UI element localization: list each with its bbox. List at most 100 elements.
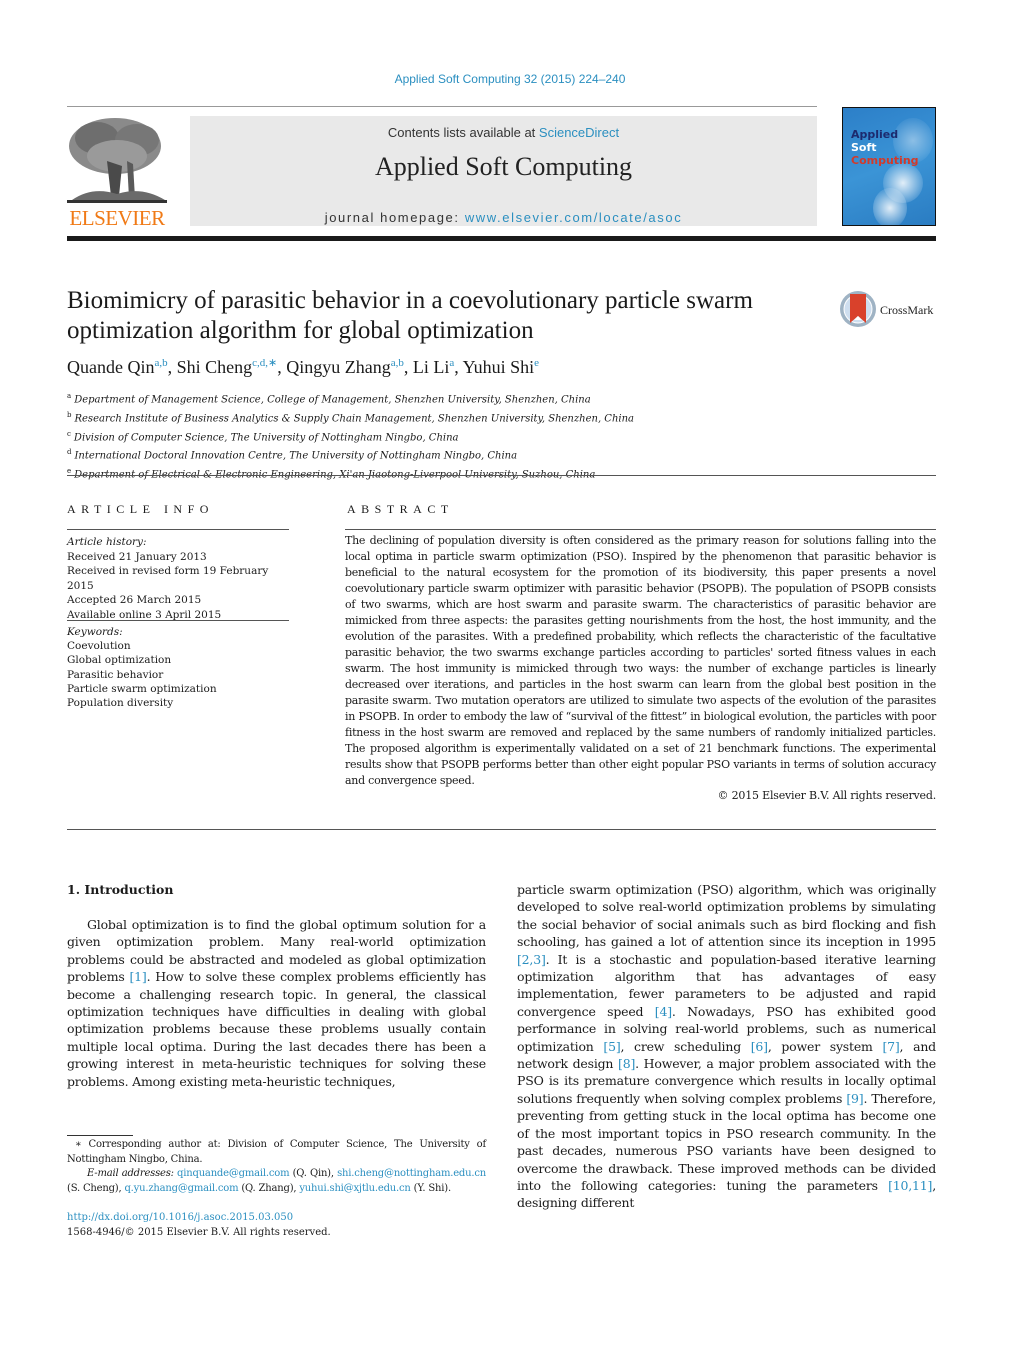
article-info-rule: [67, 529, 289, 530]
issn-copyright: 1568-4946/© 2015 Elsevier B.V. All right…: [67, 1226, 331, 1238]
introduction-heading: 1. Introduction: [67, 882, 174, 897]
affiliation-rule: [67, 475, 936, 476]
citation-link[interactable]: [5]: [603, 1039, 620, 1054]
contents-prefix: Contents lists available at: [387, 125, 539, 140]
affiliation-item: b Research Institute of Business Analytic…: [67, 408, 767, 427]
keyword-item: Coevolution: [67, 640, 131, 653]
email-owner: (S. Cheng),: [67, 1182, 125, 1194]
affiliation-item: e Department of Electrical & Electronic E…: [67, 464, 767, 483]
author-name[interactable]: Qingyu Zhang: [286, 357, 390, 377]
journal-reference-link[interactable]: Applied Soft Computing 32 (2015) 224–240: [0, 72, 1020, 86]
journal-header-box: Contents lists available at ScienceDirec…: [190, 116, 817, 226]
header-thick-rule: [67, 236, 936, 241]
article-history: Article history: Received 21 January 201…: [67, 535, 289, 622]
crossmark-icon: [840, 291, 876, 327]
keyword-item: Global optimization: [67, 654, 172, 667]
affiliation-item: a Department of Management Science, Colle…: [67, 389, 767, 408]
keywords-rule: [67, 620, 289, 621]
keyword-item: Population diversity: [67, 697, 174, 710]
keywords: Keywords: Coevolution Global optimizatio…: [67, 625, 289, 710]
author-affiliation-marker[interactable]: c,d,∗: [252, 357, 277, 369]
author-name[interactable]: Yuhui Shi: [463, 357, 535, 377]
history-item: Received in revised form 19 February 201…: [67, 565, 269, 592]
cover-title-line-3: Computing: [851, 154, 919, 167]
affiliation-item: c Division of Computer Science, The Unive…: [67, 427, 767, 446]
citation-link[interactable]: [2,3]: [517, 952, 546, 967]
crossmark-badge[interactable]: CrossMark: [839, 290, 939, 330]
email-addresses: E-mail addresses: qinquande@gmail.com (Q…: [67, 1167, 486, 1196]
email-owner: (Q. Zhang),: [238, 1182, 300, 1194]
abstract-copyright: © 2015 Elsevier B.V. All rights reserved…: [717, 789, 937, 802]
author-affiliation-marker[interactable]: a,b: [391, 357, 404, 369]
author-name[interactable]: Li Li: [413, 357, 450, 377]
email-label: E-mail addresses:: [87, 1168, 178, 1179]
citation-link[interactable]: [8]: [618, 1056, 635, 1071]
body-text: . How to solve these complex problems ef…: [67, 969, 487, 1089]
doi-block: http://dx.doi.org/10.1016/j.asoc.2015.03…: [67, 1211, 331, 1240]
sciencedirect-link[interactable]: ScienceDirect: [539, 125, 619, 140]
citation-link[interactable]: [6]: [751, 1039, 768, 1054]
journal-homepage-line: journal homepage: www.elsevier.com/locat…: [190, 210, 817, 225]
affiliation-text: Department of Management Science, Colleg…: [74, 394, 591, 406]
author-affiliation-marker[interactable]: a,b: [154, 357, 167, 369]
header-top-rule: [67, 106, 817, 107]
homepage-prefix: journal homepage:: [324, 210, 465, 225]
affiliation-item: d International Doctoral Innovation Centr…: [67, 445, 767, 464]
abstract-text: The declining of population diversity is…: [345, 534, 936, 787]
email-link[interactable]: shi.cheng@nottingham.edu.cn: [337, 1168, 486, 1179]
journal-title: Applied Soft Computing: [374, 152, 633, 181]
journal-cover-thumbnail[interactable]: Applied Soft Computing: [842, 107, 936, 226]
author-separator: ,: [403, 357, 413, 377]
affiliation-text: Division of Computer Science, The Univer…: [73, 431, 459, 443]
email-owner: (Y. Shi).: [410, 1182, 452, 1194]
body-text: , power system: [767, 1038, 883, 1054]
keyword-item: Parasitic behavior: [67, 668, 164, 681]
abstract-end-rule: [67, 829, 936, 830]
elsevier-tree-icon: [67, 116, 167, 206]
history-item: Received 21 January 2013: [67, 550, 207, 563]
email-link[interactable]: q.yu.zhang@gmail.com: [124, 1183, 238, 1194]
cover-title-line-2: Soft: [851, 141, 877, 154]
journal-homepage-link[interactable]: www.elsevier.com/locate/asoc: [465, 210, 682, 225]
crossmark-label: CrossMark: [880, 303, 934, 317]
introduction-right-column: particle swarm optimization (PSO) algori…: [517, 881, 936, 1212]
citation-link[interactable]: [7]: [882, 1039, 899, 1054]
email-link[interactable]: yuhui.shi@xjtlu.edu.cn: [299, 1183, 410, 1194]
body-text: particle swarm optimization (PSO) algori…: [517, 882, 936, 950]
article-info-heading: ARTICLE INFO: [67, 502, 214, 516]
doi-link[interactable]: http://dx.doi.org/10.1016/j.asoc.2015.03…: [67, 1211, 331, 1226]
contents-line: Contents lists available at ScienceDirec…: [190, 125, 817, 140]
elsevier-wordmark: ELSEVIER: [69, 206, 165, 230]
history-item: Accepted 26 March 2015: [67, 594, 202, 606]
footnotes: ∗ Corresponding author at: Division of C…: [67, 1138, 486, 1196]
author-name[interactable]: Shi Cheng: [177, 357, 253, 377]
citation-link[interactable]: [10,11]: [888, 1178, 932, 1193]
cover-decoration: [873, 188, 907, 225]
author-affiliation-marker[interactable]: e: [534, 357, 539, 369]
keywords-label: Keywords:: [67, 626, 123, 638]
corresponding-author-note: ∗ Corresponding author at: Division of C…: [67, 1139, 486, 1165]
body-text: , crew scheduling: [620, 1038, 751, 1054]
affiliation-key: d: [67, 448, 72, 457]
article-history-label: Article history:: [67, 536, 147, 548]
keyword-item: Particle swarm optimization: [67, 682, 217, 695]
elsevier-logo[interactable]: ELSEVIER: [67, 116, 167, 230]
citation-link[interactable]: [1]: [129, 969, 146, 984]
citation-link[interactable]: [4]: [655, 1004, 672, 1019]
introduction-left-column: Global optimization is to find the globa…: [67, 916, 486, 1090]
author-list: Quande Qina,b, Shi Chengc,d,∗, Qingyu Zh…: [67, 356, 539, 378]
body-text: . Therefore, preventing from getting stu…: [517, 1090, 936, 1193]
author-separator: ,: [277, 357, 287, 377]
affiliation-key: a: [67, 392, 72, 400]
citation-link[interactable]: [9]: [846, 1091, 863, 1106]
abstract-rule: [345, 529, 936, 530]
email-link[interactable]: qinquande@gmail.com: [177, 1168, 290, 1179]
author-separator: ,: [454, 357, 463, 377]
affiliation-text: International Doctoral Innovation Centre…: [74, 450, 518, 462]
affiliation-key: c: [67, 429, 71, 438]
author-name[interactable]: Quande Qin: [67, 357, 154, 377]
footnote-rule: [67, 1135, 133, 1136]
email-owner: (Q. Qin),: [289, 1168, 338, 1179]
author-separator: ,: [167, 357, 177, 377]
affiliation-list: a Department of Management Science, Colle…: [67, 389, 767, 483]
